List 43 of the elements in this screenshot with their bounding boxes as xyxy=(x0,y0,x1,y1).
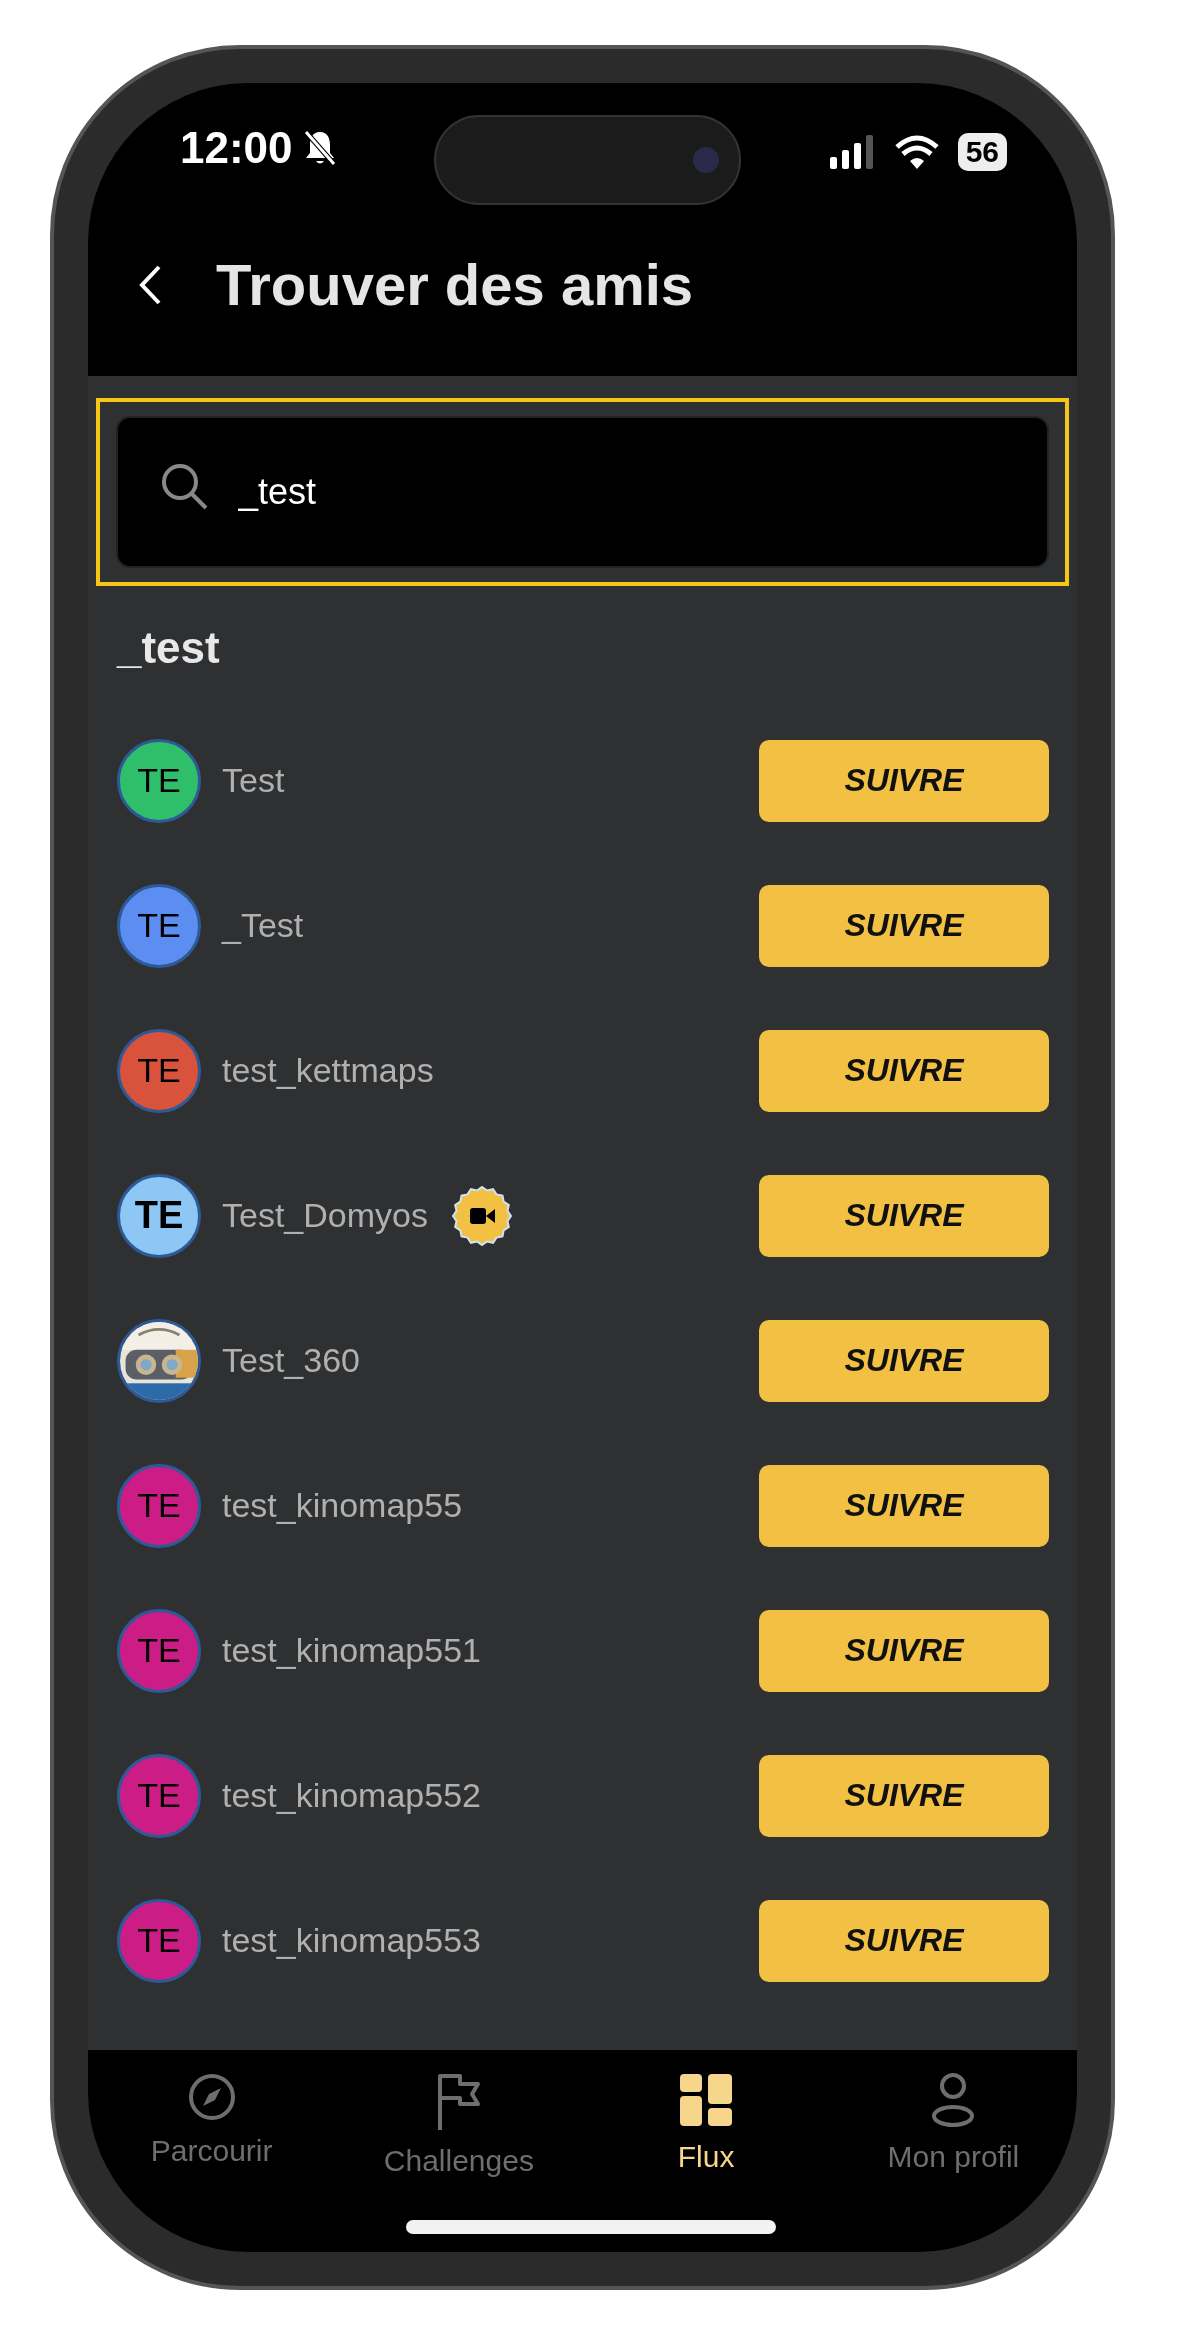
follow-button[interactable]: SUIVRE xyxy=(759,1754,1049,1837)
avatar: TE xyxy=(117,1028,201,1113)
follow-button[interactable]: SUIVRE xyxy=(759,1464,1049,1547)
user-name: _Test xyxy=(222,906,304,945)
follow-button[interactable]: SUIVRE xyxy=(759,1609,1049,1692)
status-time: 12:00 xyxy=(180,123,293,173)
nav-tab[interactable]: Mon profil xyxy=(829,2050,1077,2252)
compass-icon xyxy=(186,2072,237,2122)
signal-icon xyxy=(829,135,876,169)
avatar: TE xyxy=(117,738,201,823)
bell-slash-icon xyxy=(302,129,337,167)
battery-level: 56 xyxy=(957,133,1007,171)
user-name: test_kinomap553 xyxy=(222,1921,481,1960)
avatar: TE xyxy=(117,1753,201,1838)
grid-icon xyxy=(678,2072,735,2128)
follow-button[interactable]: SUIVRE xyxy=(759,1174,1049,1257)
nav-tab[interactable]: Flux xyxy=(582,2050,830,2252)
follow-button[interactable]: SUIVRE xyxy=(759,884,1049,967)
page-title: Trouver des amis xyxy=(216,251,694,318)
user-name: Test_Domyos xyxy=(222,1196,428,1235)
wifi-icon xyxy=(893,135,940,169)
nav-tab[interactable]: Parcourir xyxy=(88,2050,336,2252)
search-icon xyxy=(160,462,210,512)
section-title: _test xyxy=(117,622,221,674)
avatar: TE xyxy=(117,1463,201,1548)
avatar: TE xyxy=(117,1173,201,1258)
follow-button[interactable]: SUIVRE xyxy=(759,1899,1049,1982)
person-icon xyxy=(931,2072,976,2128)
user-name: test_kinomap551 xyxy=(222,1631,481,1670)
back-icon[interactable] xyxy=(138,263,162,306)
search-field[interactable]: _test xyxy=(116,416,1049,568)
avatar: TE xyxy=(117,1898,201,1983)
avatar: TE xyxy=(117,1608,201,1693)
user-name: test_kinomap55 xyxy=(222,1486,463,1525)
avatar: TE xyxy=(117,883,201,968)
user-name: Test_360 xyxy=(222,1341,360,1380)
user-name: Test xyxy=(222,761,285,800)
follow-button[interactable]: SUIVRE xyxy=(759,1029,1049,1112)
follow-button[interactable]: SUIVRE xyxy=(759,1319,1049,1402)
user-name: test_kettmaps xyxy=(222,1051,434,1090)
user-name: test_kinomap552 xyxy=(222,1776,481,1815)
nav-tab[interactable]: Challenges xyxy=(335,2050,583,2252)
follow-button[interactable]: SUIVRE xyxy=(759,739,1049,822)
